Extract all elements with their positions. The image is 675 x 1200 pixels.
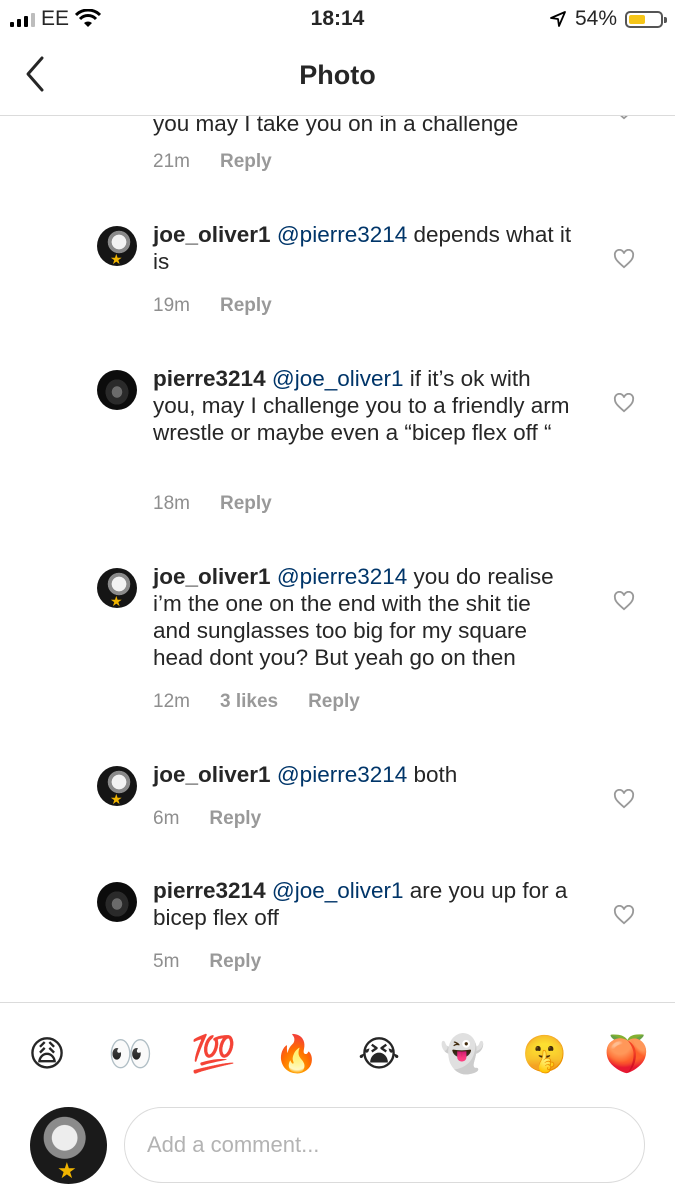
battery-percent: 54% [574, 7, 617, 30]
comment-time: 18m [153, 493, 190, 514]
status-bar: EE 18:14 54% [0, 0, 675, 40]
comment-text: pierre3214 @joe_oliver1 are you up for a… [153, 877, 573, 931]
likes-count[interactable]: 3 likes [220, 691, 278, 713]
reply-link[interactable]: Reply [220, 151, 272, 173]
star-badge-icon: ★ [110, 593, 123, 608]
reply-link[interactable]: Reply [220, 295, 272, 317]
avatar[interactable]: ★ [97, 226, 137, 266]
avatar[interactable] [97, 882, 137, 922]
comment-username[interactable]: joe_oliver1 [153, 762, 271, 787]
reply-link[interactable]: Reply [209, 951, 261, 973]
comment-text: joe_oliver1 @pierre3214 both [153, 761, 573, 788]
emoji-eyes[interactable]: 👀 [108, 1033, 153, 1077]
comment-username[interactable]: pierre3214 [153, 366, 266, 391]
comment-meta: 5m Reply [153, 951, 261, 973]
battery-icon [625, 10, 667, 28]
comment-time: 19m [153, 295, 190, 316]
comment-text: joe_oliver1 @pierre3214 depends what it … [153, 221, 573, 275]
comment-time: 12m [153, 691, 190, 712]
reply-link[interactable]: Reply [308, 691, 360, 713]
reply-link[interactable]: Reply [209, 808, 261, 830]
comment-mention[interactable]: @pierre3214 [277, 222, 407, 247]
emoji-fire[interactable]: 🔥 [274, 1033, 319, 1077]
location-arrow-icon [550, 11, 566, 27]
comment-input[interactable] [124, 1107, 645, 1183]
emoji-weary-face[interactable]: 😩 [25, 1033, 69, 1077]
current-user-avatar[interactable]: ★ [30, 1107, 107, 1184]
comment-text: joe_oliver1 @pierre3214 you do realise i… [153, 563, 573, 671]
avatar[interactable]: ★ [97, 568, 137, 608]
comment-meta: 6m Reply [153, 808, 261, 830]
comment-meta: 19m Reply [153, 295, 272, 317]
comment-meta: 18m Reply [153, 493, 272, 515]
comment-mention[interactable]: @pierre3214 [277, 564, 407, 589]
avatar[interactable]: ★ [97, 766, 137, 806]
star-badge-icon: ★ [110, 791, 123, 806]
star-badge-icon: ★ [57, 1158, 77, 1183]
comment-text: you may I take you on in a challenge [153, 116, 519, 136]
like-heart-icon[interactable] [613, 116, 635, 120]
emoji-ghost[interactable]: 👻 [440, 1033, 485, 1077]
emoji-hundred-points[interactable]: 💯 [191, 1033, 236, 1077]
nav-bar: Photo [0, 40, 675, 116]
emoji-crying-face[interactable]: 😭 [357, 1033, 401, 1077]
comment-meta: 12m 3 likes Reply [153, 691, 360, 713]
emoji-shushing-face[interactable]: 🤫 [522, 1033, 567, 1077]
like-heart-icon[interactable] [613, 591, 635, 611]
comment-mention[interactable]: @pierre3214 [277, 762, 407, 787]
battery-level [629, 14, 645, 24]
comment-composer: ★ [0, 1097, 675, 1200]
comment-body: both [407, 762, 458, 787]
like-heart-icon[interactable] [613, 905, 635, 925]
comment-text: pierre3214 @joe_oliver1 if it’s ok with … [153, 365, 573, 446]
comment-username[interactable]: joe_oliver1 [153, 222, 271, 247]
star-badge-icon: ★ [110, 251, 123, 266]
comment-username[interactable]: pierre3214 [153, 878, 266, 903]
comment-list[interactable]: you may I take you on in a challenge 21m… [0, 116, 675, 1002]
comment-username[interactable]: joe_oliver1 [153, 564, 271, 589]
comment-time: 21m [153, 151, 190, 172]
page-title: Photo [299, 60, 376, 90]
like-heart-icon[interactable] [613, 249, 635, 269]
like-heart-icon[interactable] [613, 393, 635, 413]
comment-mention[interactable]: @joe_oliver1 [272, 878, 404, 903]
comment-meta: 21m Reply [153, 151, 272, 173]
avatar[interactable] [97, 370, 137, 410]
reply-link[interactable]: Reply [220, 493, 272, 515]
emoji-peach[interactable]: 🍑 [604, 1033, 649, 1077]
comment-time: 6m [153, 808, 180, 829]
comment-time: 5m [153, 951, 180, 972]
comment-mention[interactable]: @joe_oliver1 [272, 366, 404, 391]
emoji-quick-bar: 😩 👀 💯 🔥 😭 👻 🤫 🍑 [0, 1002, 675, 1098]
status-right: 54% [549, 6, 667, 32]
like-heart-icon[interactable] [613, 789, 635, 809]
